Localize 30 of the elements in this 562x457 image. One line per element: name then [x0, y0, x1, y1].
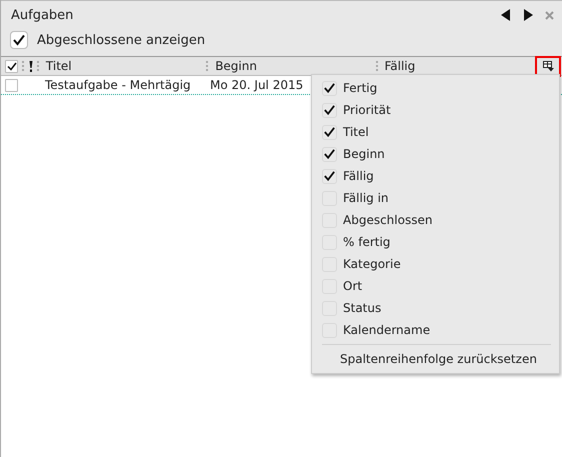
checkbox[interactable] [322, 146, 337, 162]
header-checkbox[interactable] [5, 60, 18, 72]
checkbox[interactable] [10, 31, 28, 49]
column-header[interactable]: Beginn [213, 59, 372, 73]
menu-item[interactable]: Beginn [312, 143, 559, 165]
checkbox[interactable] [322, 124, 337, 140]
menu-item[interactable]: Fällig [312, 165, 559, 187]
menu-item[interactable]: Titel [312, 121, 559, 143]
menu-item[interactable]: Status [312, 297, 559, 319]
menu-item[interactable]: Fertig [312, 77, 559, 99]
panel-title: Aufgaben [11, 8, 74, 22]
menu-item[interactable]: Fällig in [312, 187, 559, 209]
column-header[interactable]: Titel [44, 59, 202, 73]
table-cell: Mo 20. Jul 2015 [210, 78, 304, 92]
column-header[interactable]: Fällig [382, 59, 536, 73]
menu-item[interactable]: Ort [312, 275, 559, 297]
row-checkbox[interactable] [5, 78, 18, 92]
priority-icon [28, 60, 33, 72]
checkbox[interactable] [322, 80, 337, 96]
menu-item[interactable]: Kalendername [312, 319, 559, 341]
menu-item[interactable]: Abgeschlossen [312, 209, 559, 231]
menu-item[interactable]: % fertig [312, 231, 559, 253]
menu-item[interactable]: Priorität [312, 99, 559, 121]
menu-item[interactable]: Spaltenreihenfolge zurücksetzen [312, 348, 559, 370]
column-picker-icon [542, 60, 554, 72]
checkbox-label: Abgeschlossene anzeigen [37, 32, 206, 48]
menu-item[interactable]: Kategorie [312, 253, 559, 275]
table-cell-text: Testaufgabe - Mehrtägig [45, 78, 192, 92]
checkbox[interactable] [322, 102, 337, 118]
checkbox[interactable] [322, 168, 337, 184]
